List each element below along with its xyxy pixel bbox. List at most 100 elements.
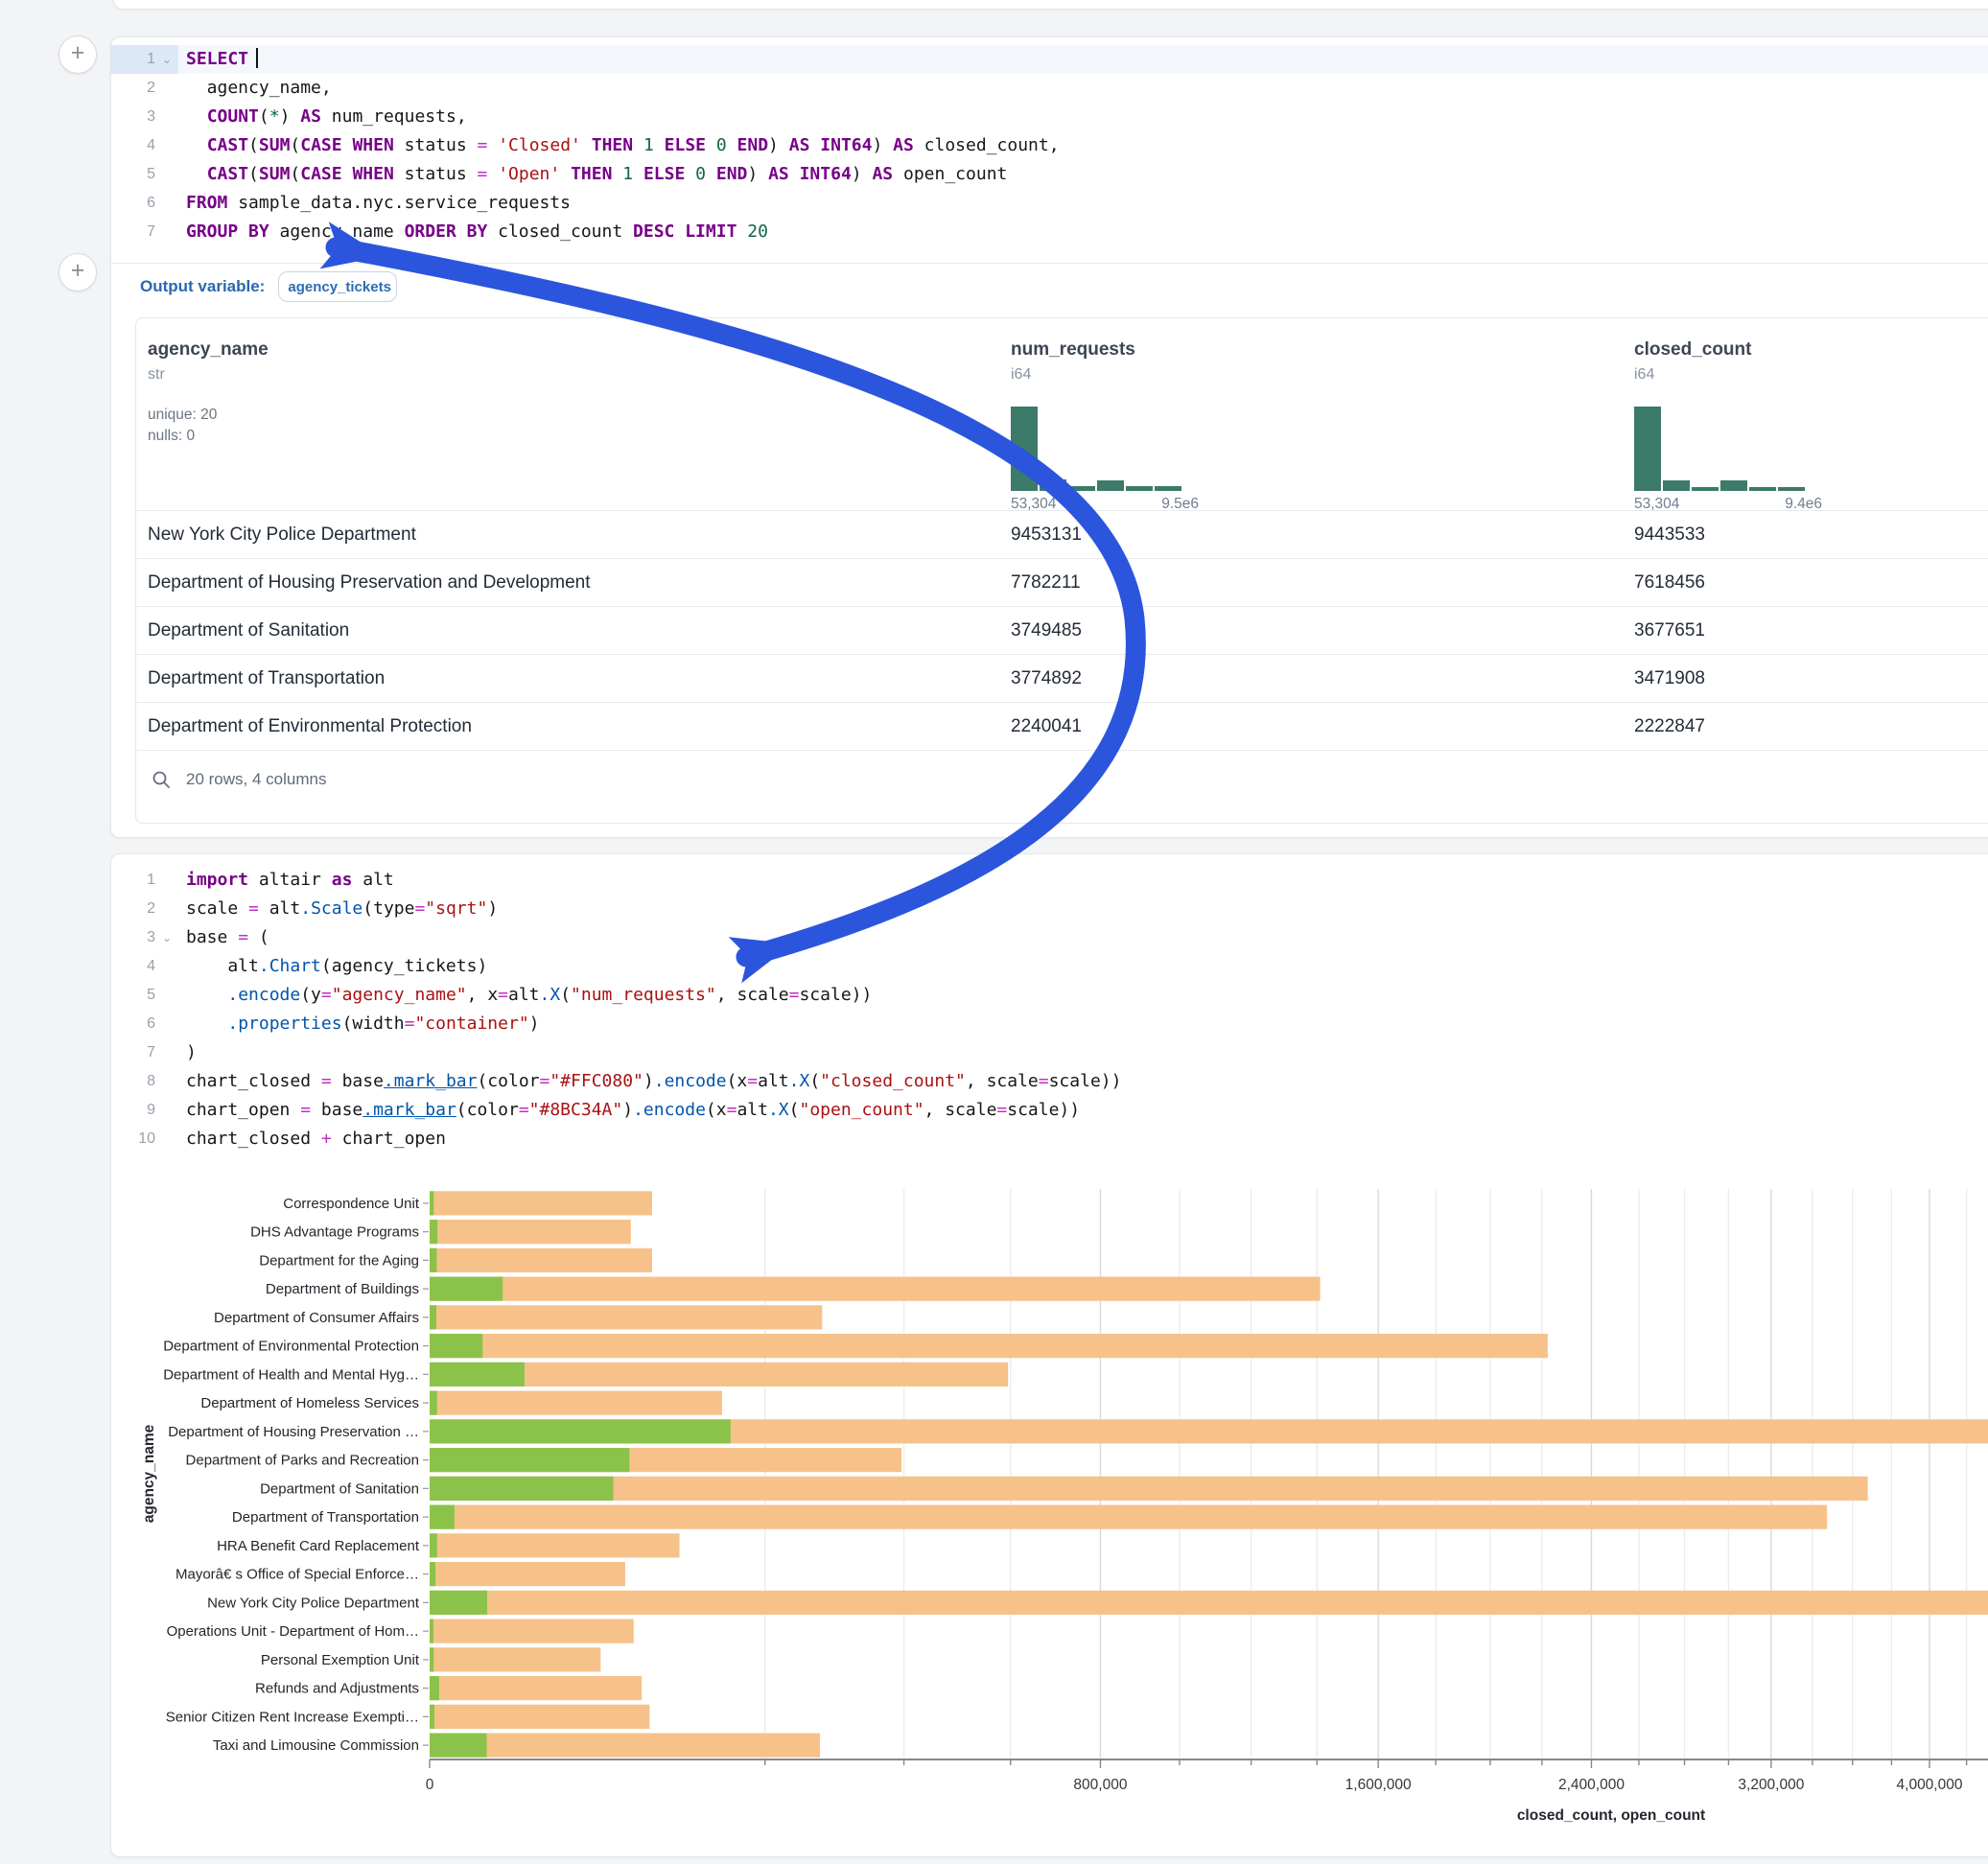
python-code-editor[interactable]: 1 import altair as alt 2 scale = alt.Scale(…: [111, 854, 1988, 1184]
svg-text:Department of Environmental Pr: Department of Environmental Protection: [163, 1339, 419, 1355]
svg-text:4,000,000: 4,000,000: [1897, 1777, 1963, 1793]
svg-text:Senior Citizen Rent Increase E: Senior Citizen Rent Increase Exempti…: [166, 1709, 419, 1725]
svg-text:Correspondence Unit: Correspondence Unit: [283, 1196, 420, 1212]
code-line[interactable]: 1 import altair as alt: [111, 866, 1988, 895]
table-row[interactable]: Department of Transportation377489234719…: [136, 654, 1988, 702]
line-number: 2: [111, 895, 155, 923]
code-text[interactable]: scale = alt.Scale(type="sqrt"): [178, 895, 1988, 923]
code-text[interactable]: .encode(y="agency_name", x=alt.X("num_re…: [178, 981, 1988, 1010]
code-line[interactable]: 4 alt.Chart(agency_tickets): [111, 952, 1988, 981]
table-body: New York City Police Department945313194…: [136, 510, 1988, 750]
code-line[interactable]: 2 agency_name,: [111, 74, 1988, 103]
code-text[interactable]: .properties(width="container"): [178, 1010, 1988, 1038]
code-line[interactable]: 4 CAST(SUM(CASE WHEN status = 'Closed' T…: [111, 131, 1988, 160]
code-text[interactable]: chart_open = base.mark_bar(color="#8BC34…: [178, 1096, 1988, 1125]
table-row[interactable]: New York City Police Department945313194…: [136, 510, 1988, 558]
table-row[interactable]: Department of Housing Preservation and D…: [136, 558, 1988, 606]
add-cell-button-2[interactable]: +: [58, 253, 97, 291]
svg-text:Refunds and Adjustments: Refunds and Adjustments: [255, 1681, 419, 1697]
code-text[interactable]: CAST(SUM(CASE WHEN status = 'Open' THEN …: [178, 160, 1988, 189]
fold-gutter: [155, 1038, 178, 1067]
code-text[interactable]: FROM sample_data.nyc.service_requests: [178, 189, 1988, 218]
previous-cell-edge: [113, 0, 1988, 10]
line-number: 7: [111, 218, 155, 246]
search-icon[interactable]: [152, 770, 171, 789]
line-number: 1: [111, 866, 155, 895]
code-text[interactable]: alt.Chart(agency_tickets): [178, 952, 1988, 981]
output-variable-row: Output variable: agency_tickets: [140, 268, 397, 306]
line-number: 1: [111, 45, 155, 74]
code-line[interactable]: 7): [111, 1038, 1988, 1067]
line-number: 8: [111, 1067, 155, 1096]
code-line[interactable]: 8 chart_closed = base.mark_bar(color="#FF…: [111, 1067, 1988, 1096]
table-header: agency_namestrunique: 20nulls: 0num_requ…: [136, 318, 1988, 510]
notebook-page: { "colors": { "arrow": "#2b55dd", "histo…: [0, 0, 1988, 1864]
svg-text:Personal Exemption Unit: Personal Exemption Unit: [261, 1652, 420, 1668]
svg-text:Department of Health and Menta: Department of Health and Mental Hyg…: [163, 1366, 419, 1383]
sql-code-editor[interactable]: 1⌄SELECT2 agency_name,3 COUNT(*) AS num_…: [111, 37, 1988, 264]
fold-gutter: [155, 1096, 178, 1125]
code-text[interactable]: chart_closed = base.mark_bar(color="#FFC…: [178, 1067, 1988, 1096]
line-number: 5: [111, 160, 155, 189]
line-number: 3: [111, 103, 155, 131]
svg-text:closed_count, open_count: closed_count, open_count: [1517, 1807, 1705, 1824]
svg-text:Operations Unit - Department o: Operations Unit - Department of Hom…: [167, 1623, 419, 1640]
line-number: 4: [111, 131, 155, 160]
svg-text:Department of Buildings: Department of Buildings: [266, 1281, 419, 1297]
svg-text:DHS Advantage Programs: DHS Advantage Programs: [250, 1224, 419, 1241]
svg-text:New York City Police Departmen: New York City Police Department: [207, 1595, 420, 1611]
code-text[interactable]: import altair as alt: [178, 866, 1988, 895]
fold-chevron-icon[interactable]: ⌄: [155, 923, 178, 952]
fold-chevron-icon[interactable]: ⌄: [155, 45, 178, 74]
fold-gutter: [155, 1010, 178, 1038]
code-text[interactable]: SELECT: [178, 45, 1988, 74]
fold-gutter: [155, 895, 178, 923]
code-line[interactable]: 3 COUNT(*) AS num_requests,: [111, 103, 1988, 131]
code-line[interactable]: 2 scale = alt.Scale(type="sqrt"): [111, 895, 1988, 923]
code-line[interactable]: 3⌄base = (: [111, 923, 1988, 952]
line-number: 3: [111, 923, 155, 952]
fold-gutter: [155, 189, 178, 218]
svg-text:Department of Homeless Service: Department of Homeless Services: [200, 1395, 419, 1411]
code-text[interactable]: COUNT(*) AS num_requests,: [178, 103, 1988, 131]
code-text[interactable]: agency_name,: [178, 74, 1988, 103]
code-line[interactable]: 6 .properties(width="container"): [111, 1010, 1988, 1038]
code-text[interactable]: ): [178, 1038, 1988, 1067]
code-text[interactable]: chart_closed + chart_open: [178, 1125, 1988, 1153]
fold-gutter: [155, 131, 178, 160]
code-text[interactable]: CAST(SUM(CASE WHEN status = 'Closed' THE…: [178, 131, 1988, 160]
code-text[interactable]: GROUP BY agency_name ORDER BY closed_cou…: [178, 218, 1988, 246]
add-cell-button[interactable]: +: [58, 35, 97, 74]
svg-text:agency_name: agency_name: [141, 1424, 157, 1523]
column-header-agency_name[interactable]: agency_namestrunique: 20nulls: 0: [136, 318, 999, 510]
line-number: 10: [111, 1125, 155, 1153]
fold-gutter: [155, 1067, 178, 1096]
line-number: 4: [111, 952, 155, 981]
line-number: 2: [111, 74, 155, 103]
code-line[interactable]: 9chart_open = base.mark_bar(color="#8BC3…: [111, 1096, 1988, 1125]
svg-text:Department of Sanitation: Department of Sanitation: [260, 1480, 419, 1497]
code-line[interactable]: 7 GROUP BY agency_name ORDER BY closed_co…: [111, 218, 1988, 246]
svg-text:800,000: 800,000: [1073, 1777, 1127, 1793]
code-line[interactable]: 5 .encode(y="agency_name", x=alt.X("num_…: [111, 981, 1988, 1010]
svg-text:HRA Benefit Card Replacement: HRA Benefit Card Replacement: [217, 1538, 420, 1554]
sql-cell: 1⌄SELECT2 agency_name,3 COUNT(*) AS num_…: [110, 36, 1988, 838]
code-line[interactable]: 5 CAST(SUM(CASE WHEN status = 'Open' THE…: [111, 160, 1988, 189]
code-line[interactable]: 1⌄SELECT: [111, 45, 1988, 74]
code-line[interactable]: 6 FROM sample_data.nyc.service_requests: [111, 189, 1988, 218]
svg-text:2,400,000: 2,400,000: [1558, 1777, 1625, 1793]
output-variable-pill[interactable]: agency_tickets: [278, 271, 397, 302]
code-text[interactable]: base = (: [178, 923, 1988, 952]
fold-gutter: [155, 103, 178, 131]
svg-text:Department of Parks and Recrea: Department of Parks and Recreation: [186, 1453, 419, 1469]
column-header-closed_count[interactable]: closed_counti6453,3049.4e6: [1623, 318, 1988, 510]
output-variable-label: Output variable:: [140, 277, 265, 296]
column-header-num_requests[interactable]: num_requestsi6453,3049.5e6: [999, 318, 1623, 510]
code-line[interactable]: 10 chart_closed + chart_open: [111, 1125, 1988, 1153]
fold-gutter: [155, 952, 178, 981]
column-histogram: [1011, 407, 1623, 491]
svg-text:1,600,000: 1,600,000: [1345, 1777, 1412, 1793]
line-number: 6: [111, 189, 155, 218]
table-row[interactable]: Department of Sanitation37494853677651: [136, 606, 1988, 654]
table-row[interactable]: Department of Environmental Protection22…: [136, 702, 1988, 750]
